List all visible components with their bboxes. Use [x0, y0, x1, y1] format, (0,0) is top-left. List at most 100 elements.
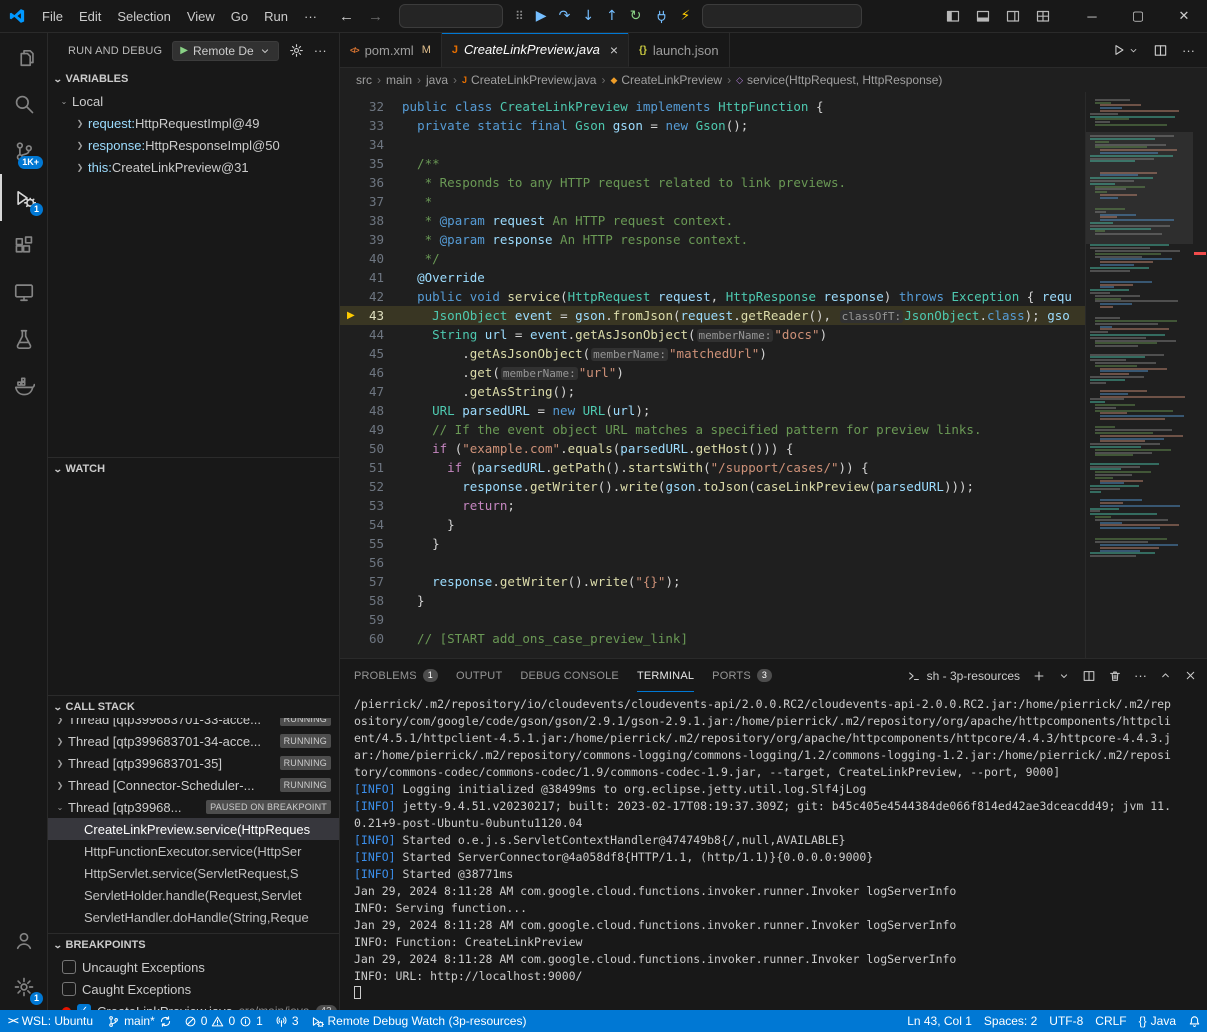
- indentation-setting[interactable]: Spaces: 2: [978, 1010, 1043, 1032]
- toggle-panel-icon[interactable]: [975, 8, 991, 24]
- line-number-gutter[interactable]: 56: [340, 553, 402, 572]
- code-line[interactable]: 40 */: [340, 249, 1207, 268]
- sidebar-item-explorer[interactable]: [0, 33, 47, 80]
- line-number-gutter[interactable]: 58: [340, 591, 402, 610]
- line-number-gutter[interactable]: 40: [340, 249, 402, 268]
- line-number-gutter[interactable]: 48: [340, 401, 402, 420]
- code-line[interactable]: 35 /**: [340, 154, 1207, 173]
- code-line[interactable]: 41 @Override: [340, 268, 1207, 287]
- terminal-selector[interactable]: sh - 3p-resources: [907, 669, 1020, 683]
- panel-tab-debug-console[interactable]: DEBUG CONSOLE: [520, 659, 619, 692]
- minimap[interactable]: [1085, 92, 1193, 658]
- code-line[interactable]: 53 return;: [340, 496, 1207, 515]
- menu-view[interactable]: View: [179, 5, 223, 28]
- panel-tab-terminal[interactable]: TERMINAL: [637, 659, 694, 692]
- code-line[interactable]: 44 String url = event.getAsJsonObject(me…: [340, 325, 1207, 344]
- variable-item[interactable]: ❯response: HttpResponseImpl@50: [48, 134, 339, 156]
- maximize-panel-icon[interactable]: [1159, 669, 1172, 682]
- code-line[interactable]: 36 * Responds to any HTTP request relate…: [340, 173, 1207, 192]
- code-line[interactable]: 52 response.getWriter().write(gson.toJso…: [340, 477, 1207, 496]
- command-center-left[interactable]: [399, 4, 503, 28]
- kill-terminal-icon[interactable]: [1108, 669, 1122, 683]
- line-number-gutter[interactable]: 46: [340, 363, 402, 382]
- menu-run[interactable]: Run: [256, 5, 296, 28]
- breadcrumb-item[interactable]: main: [386, 73, 412, 87]
- breakpoint-item[interactable]: ✓CreateLinkPreview.javasrc/main/java43: [48, 1000, 339, 1010]
- debug-step-into-button[interactable]: ↓: [582, 9, 594, 23]
- start-debug-icon[interactable]: ▶: [180, 45, 188, 56]
- git-branch-item[interactable]: main*: [101, 1010, 178, 1032]
- close-window-button[interactable]: ✕: [1161, 0, 1207, 32]
- callstack-frame[interactable]: ServletHolder.handle(Request,Servlet: [48, 884, 339, 906]
- debug-restart-button[interactable]: ↻: [630, 9, 642, 23]
- tab-pom.xml[interactable]: </>pom.xmlM: [340, 33, 442, 67]
- code-line[interactable]: 59: [340, 610, 1207, 629]
- customize-layout-icon[interactable]: [1035, 8, 1051, 24]
- terminal-cursor[interactable]: [354, 986, 361, 999]
- split-editor-icon[interactable]: [1153, 43, 1168, 58]
- sidebar-item-extensions[interactable]: [0, 221, 47, 268]
- breakpoint-item[interactable]: Caught Exceptions: [48, 978, 339, 1000]
- variable-item[interactable]: ❯this: CreateLinkPreview@31: [48, 156, 339, 178]
- line-number-gutter[interactable]: 54: [340, 515, 402, 534]
- line-number-gutter[interactable]: 33: [340, 116, 402, 135]
- sidebar-item-run-debug[interactable]: 1: [0, 174, 47, 221]
- code-line[interactable]: 60 // [START add_ons_case_preview_link]: [340, 629, 1207, 648]
- tab-CreateLinkPreview.java[interactable]: JCreateLinkPreview.java×: [442, 33, 629, 67]
- callstack-frame[interactable]: HttpFunctionExecutor.service(HttpSer: [48, 840, 339, 862]
- line-number-gutter[interactable]: 60: [340, 629, 402, 648]
- breakpoint-checkbox[interactable]: [62, 960, 76, 974]
- panel-more-actions[interactable]: ···: [1134, 668, 1147, 683]
- line-number-gutter[interactable]: 55: [340, 534, 402, 553]
- code-line[interactable]: 38 * @param request An HTTP request cont…: [340, 211, 1207, 230]
- code-line[interactable]: 47 .getAsString();: [340, 382, 1207, 401]
- breadcrumb-item[interactable]: src: [356, 73, 372, 87]
- sidebar-item-search[interactable]: [0, 80, 47, 127]
- run-file-button[interactable]: [1112, 43, 1139, 57]
- settings-button[interactable]: 1: [0, 963, 47, 1010]
- line-number-gutter[interactable]: 35: [340, 154, 402, 173]
- menu-overflow[interactable]: ···: [296, 5, 325, 28]
- language-mode[interactable]: {}Java: [1133, 1010, 1182, 1032]
- terminal-dropdown-icon[interactable]: [1058, 670, 1070, 682]
- panel-tab-problems[interactable]: PROBLEMS1: [354, 659, 438, 692]
- code-line[interactable]: 39 * @param response An HTTP response co…: [340, 230, 1207, 249]
- sidebar-item-testing[interactable]: [0, 315, 47, 362]
- sidebar-item-remote-explorer[interactable]: [0, 268, 47, 315]
- breakpoint-item[interactable]: Uncaught Exceptions: [48, 956, 339, 978]
- debug-settings-gear-icon[interactable]: [289, 43, 304, 58]
- line-number-gutter[interactable]: 37: [340, 192, 402, 211]
- line-number-gutter[interactable]: ▶43: [340, 306, 402, 325]
- new-terminal-icon[interactable]: [1032, 669, 1046, 683]
- menu-selection[interactable]: Selection: [109, 5, 178, 28]
- line-number-gutter[interactable]: 53: [340, 496, 402, 515]
- editor-more-actions[interactable]: ···: [1182, 43, 1195, 58]
- breadcrumb-item[interactable]: JCreateLinkPreview.java: [462, 73, 596, 87]
- accounts-button[interactable]: [0, 916, 47, 963]
- line-number-gutter[interactable]: 47: [340, 382, 402, 401]
- breadcrumb-item[interactable]: java: [426, 73, 448, 87]
- debug-continue-button[interactable]: ▶: [536, 9, 547, 23]
- notifications-bell[interactable]: [1182, 1010, 1207, 1032]
- sidebar-item-docker[interactable]: [0, 362, 47, 409]
- debug-config-dropdown[interactable]: ▶ Remote De: [172, 41, 278, 61]
- code-line[interactable]: 55 }: [340, 534, 1207, 553]
- line-number-gutter[interactable]: 38: [340, 211, 402, 230]
- code-line[interactable]: 34: [340, 135, 1207, 154]
- close-icon[interactable]: ×: [610, 42, 618, 58]
- close-panel-icon[interactable]: [1184, 669, 1197, 682]
- code-line[interactable]: 57 response.getWriter().write("{}");: [340, 572, 1207, 591]
- callstack-frame[interactable]: CreateLinkPreview.service(HttpReques: [48, 818, 339, 840]
- tab-launch.json[interactable]: {}launch.json: [629, 33, 730, 67]
- panel-tab-output[interactable]: OUTPUT: [456, 659, 502, 692]
- line-number-gutter[interactable]: 44: [340, 325, 402, 344]
- callstack-frame[interactable]: HttpServlet.service(ServletRequest,S: [48, 862, 339, 884]
- debug-hot-code-replace-button[interactable]: ⚡: [681, 9, 691, 23]
- panel-tab-ports[interactable]: PORTS3: [712, 659, 772, 692]
- line-number-gutter[interactable]: 36: [340, 173, 402, 192]
- code-editor[interactable]: 32public class CreateLinkPreview impleme…: [340, 92, 1207, 658]
- breadcrumb-item[interactable]: ◆CreateLinkPreview: [610, 73, 722, 87]
- line-number-gutter[interactable]: 57: [340, 572, 402, 591]
- line-number-gutter[interactable]: 39: [340, 230, 402, 249]
- sidebar-more-actions[interactable]: ···: [314, 43, 327, 58]
